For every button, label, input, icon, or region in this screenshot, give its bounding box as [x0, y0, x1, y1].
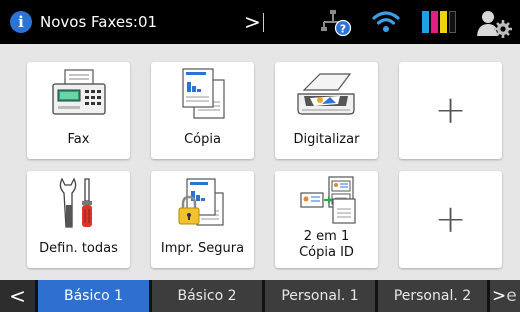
tab-bar: < Básico 1 Básico 2 Personal. 1 Personal… [0, 280, 520, 312]
tile-label: Cópia [184, 132, 221, 147]
add-shortcut-tile[interactable]: + [399, 171, 502, 268]
wifi-icon[interactable] [371, 9, 401, 35]
tile-label-line1: 2 em 1 [303, 229, 350, 244]
divider [263, 13, 264, 32]
ink-black-level[interactable] [449, 11, 456, 33]
info-icon[interactable]: i [10, 11, 32, 33]
tile-label: Defin. todas [39, 241, 118, 256]
all-settings-tile[interactable]: Defin. todas [27, 171, 130, 268]
copy-document-icon [181, 68, 225, 119]
tools-icon [59, 177, 92, 228]
tab-basico-1[interactable]: Básico 1 [38, 280, 149, 312]
tile-label-line2: Cópia ID [299, 245, 354, 260]
new-faxes-status[interactable]: Novos Faxes:01 [40, 12, 157, 32]
ink-cyan-level[interactable] [422, 11, 429, 33]
tile-label: Digitalizar [293, 132, 360, 147]
copy-tile[interactable]: Cópia [151, 62, 254, 159]
svg-text:?: ? [340, 23, 346, 36]
user-settings-icon[interactable] [476, 8, 512, 38]
chevron-right-icon[interactable]: > [244, 10, 261, 34]
tile-label: 2 em 1 Cópia ID [275, 229, 378, 261]
next-tab-peek: e [506, 286, 517, 306]
fax-tile[interactable]: Fax [27, 62, 130, 159]
chevron-right-glyph: > [492, 286, 507, 306]
chevron-right-icon[interactable]: >e [490, 280, 520, 312]
plus-icon: + [434, 197, 467, 241]
secure-print-icon [178, 178, 224, 226]
chevron-left-icon[interactable]: < [0, 280, 35, 312]
scan-tile[interactable]: Digitalizar [275, 62, 378, 159]
secure-print-tile[interactable]: Impr. Segura [151, 171, 254, 268]
tab-personal-2[interactable]: Personal. 2 [378, 280, 487, 312]
wired-network-help-icon[interactable]: ? [321, 10, 353, 36]
id-copy-tile[interactable]: 2 em 1 Cópia ID [275, 171, 378, 268]
tile-label: Fax [67, 132, 90, 147]
tab-personal-1[interactable]: Personal. 1 [265, 280, 375, 312]
id-copy-icon [299, 176, 356, 224]
plus-icon: + [434, 88, 467, 132]
function-grid: Fax Cópia Digitalizar + Defin. todas Imp… [0, 44, 520, 280]
tile-label: Impr. Segura [160, 241, 245, 256]
fax-machine-icon [51, 69, 106, 115]
scanner-icon [296, 73, 355, 115]
ink-magenta-level[interactable] [431, 11, 438, 33]
ink-yellow-level[interactable] [440, 11, 447, 33]
status-bar: i Novos Faxes:01 > ? [0, 0, 520, 44]
add-shortcut-tile[interactable]: + [399, 62, 502, 159]
tab-basico-2[interactable]: Básico 2 [152, 280, 262, 312]
